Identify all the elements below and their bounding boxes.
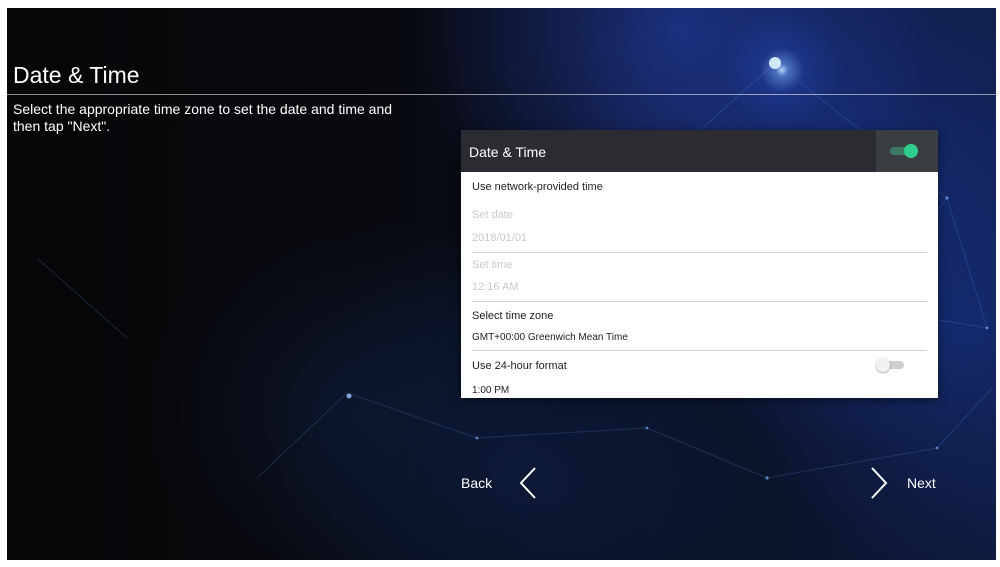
network-time-label: Use network-provided time xyxy=(472,181,603,193)
time-zone-row[interactable]: Select time zone GMT+00:00 Greenwich Mea… xyxy=(461,302,938,350)
time-zone-value: GMT+00:00 Greenwich Mean Time xyxy=(472,332,628,343)
set-time-label: Set time xyxy=(472,259,513,271)
network-time-toggle[interactable] xyxy=(890,144,918,158)
network-time-row[interactable]: Use network-provided time xyxy=(461,172,938,200)
set-time-value: 12:16 AM xyxy=(472,281,519,293)
hour-format-label: Use 24-hour format xyxy=(472,360,567,372)
chevron-right-icon xyxy=(871,467,888,499)
toggle-thumb xyxy=(904,144,918,158)
hour-format-toggle[interactable] xyxy=(876,358,904,372)
network-time-switch-area xyxy=(876,130,938,172)
set-date-row: Set date 2018/01/01 xyxy=(461,202,938,252)
hour-format-example: 1:00 PM xyxy=(472,385,510,396)
back-button[interactable]: Back xyxy=(461,466,541,500)
setup-screen: Date & Time Select the appropriate time … xyxy=(7,8,996,560)
time-zone-label: Select time zone xyxy=(472,310,554,322)
set-time-row: Set time 12:16 AM xyxy=(461,253,938,301)
chevron-left-icon xyxy=(519,467,536,499)
title-divider xyxy=(7,94,996,95)
toggle-thumb xyxy=(876,358,890,372)
instruction-text: Select the appropriate time zone to set … xyxy=(13,101,393,134)
next-button[interactable]: Next xyxy=(869,466,941,500)
panel-header: Date & Time xyxy=(461,130,938,172)
back-label: Back xyxy=(461,475,493,491)
set-date-value: 2018/01/01 xyxy=(472,232,528,244)
page-title: Date & Time xyxy=(13,62,140,88)
panel-title: Date & Time xyxy=(469,144,547,160)
set-date-label: Set date xyxy=(472,209,513,221)
next-label: Next xyxy=(907,475,936,491)
date-time-panel: Date & Time Use network-provided time Se… xyxy=(461,130,938,398)
hour-format-row[interactable]: Use 24-hour format 1:00 PM xyxy=(461,351,938,398)
